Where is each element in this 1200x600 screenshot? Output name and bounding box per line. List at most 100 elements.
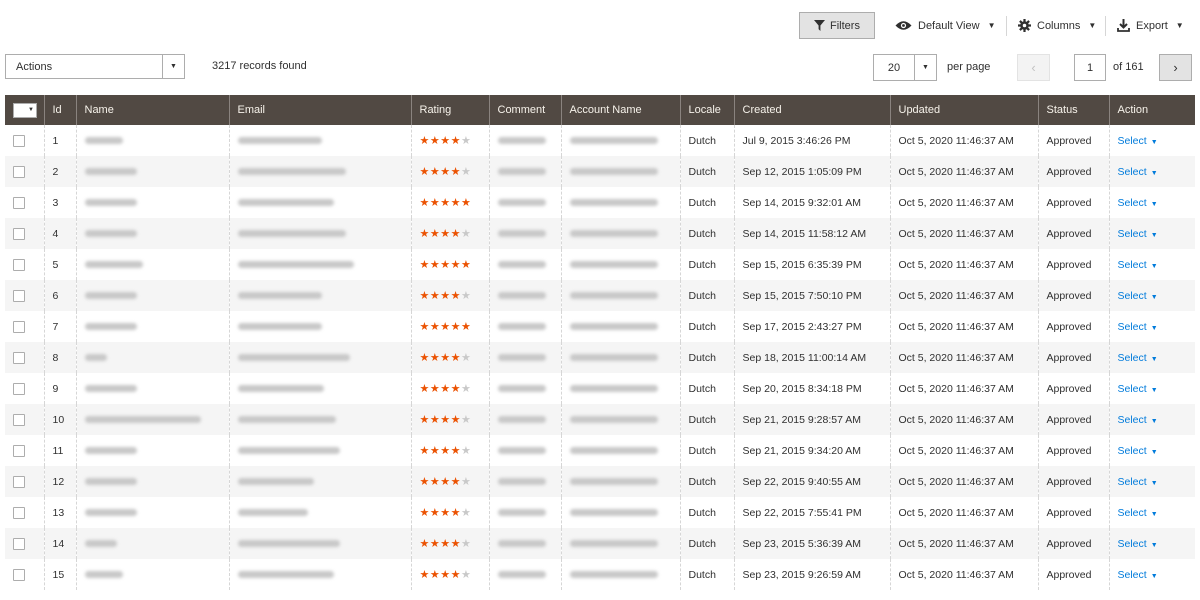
- row-checkbox[interactable]: [13, 165, 25, 178]
- row-action-select[interactable]: Select ▼: [1118, 445, 1158, 457]
- row-action-select[interactable]: Select ▼: [1118, 135, 1158, 147]
- row-action-select[interactable]: Select ▼: [1118, 228, 1158, 240]
- table-row[interactable]: 3 ★★★★★ Dutch Sep 14, 2015 9:32:01 AM Oct 5,…: [5, 187, 1195, 218]
- table-row[interactable]: 13 ★★★★★ Dutch Sep 22, 2015 7:55:41 PM Oct 5…: [5, 497, 1195, 528]
- row-action-select[interactable]: Select ▼: [1118, 290, 1158, 302]
- cell-rating: ★★★★★: [410, 125, 489, 156]
- row-checkbox[interactable]: [13, 351, 25, 364]
- row-checkbox[interactable]: [13, 413, 25, 426]
- table-row[interactable]: 10 ★★★★★ Dutch Sep 21, 2015 9:28:57 AM Oct 5…: [5, 404, 1195, 435]
- row-checkbox[interactable]: [13, 506, 25, 519]
- star-filled-icon: ★: [450, 569, 461, 581]
- column-header-email[interactable]: Email: [228, 95, 411, 125]
- row-action-select[interactable]: Select ▼: [1118, 476, 1158, 488]
- row-checkbox[interactable]: [13, 227, 25, 240]
- row-action-select[interactable]: Select ▼: [1118, 321, 1158, 333]
- row-action-select[interactable]: Select ▼: [1118, 569, 1158, 581]
- table-row[interactable]: 11 ★★★★★ Dutch Sep 21, 2015 9:34:20 AM Oct 5…: [5, 435, 1195, 466]
- redacted-comment: [497, 385, 546, 393]
- redacted-account-name: [569, 571, 658, 579]
- column-header-locale[interactable]: Locale: [679, 95, 734, 125]
- cell-account-name: [560, 497, 680, 528]
- table-row[interactable]: 5 ★★★★★ Dutch Sep 15, 2015 6:35:39 PM Oct 5,…: [5, 249, 1195, 280]
- redacted-comment: [497, 230, 546, 238]
- row-checkbox[interactable]: [13, 134, 25, 147]
- redacted-comment: [497, 137, 546, 145]
- cell-rating: ★★★★★: [410, 404, 489, 435]
- current-page-input[interactable]: 1: [1074, 54, 1106, 81]
- cell-name: [75, 435, 229, 466]
- default-view-dropdown[interactable]: Default View ▼: [895, 12, 995, 39]
- star-filled-icon: ★: [429, 383, 441, 395]
- page-size-dropdown[interactable]: 20 ▼: [873, 54, 937, 81]
- star-empty-icon: ★: [461, 476, 472, 488]
- star-filled-icon: ★: [429, 414, 441, 426]
- row-checkbox[interactable]: [13, 568, 25, 581]
- row-action-label: Select: [1117, 506, 1147, 519]
- row-checkbox[interactable]: [13, 382, 25, 395]
- row-checkbox[interactable]: [13, 258, 25, 271]
- mass-actions-dropdown[interactable]: Actions ▼: [5, 54, 185, 79]
- table-row[interactable]: 2 ★★★★★ Dutch Sep 12, 2015 1:05:09 PM Oct 5,…: [5, 156, 1195, 187]
- row-action-select[interactable]: Select ▼: [1118, 197, 1158, 209]
- row-action-select[interactable]: Select ▼: [1118, 352, 1158, 364]
- cell-created: Jul 9, 2015 3:46:26 PM: [733, 125, 890, 156]
- column-header-rating[interactable]: Rating: [410, 95, 489, 125]
- cell-comment: [488, 435, 561, 466]
- column-header-status[interactable]: Status: [1037, 95, 1109, 125]
- redacted-name: [84, 447, 137, 455]
- previous-page-button[interactable]: ‹: [1017, 54, 1050, 81]
- star-empty-icon: ★: [461, 352, 472, 364]
- filters-button[interactable]: Filters: [799, 12, 875, 39]
- table-row[interactable]: 14 ★★★★★ Dutch Sep 23, 2015 5:36:39 AM Oct 5…: [5, 528, 1195, 559]
- star-filled-icon: ★: [429, 507, 441, 519]
- star-filled-icon: ★: [440, 569, 451, 581]
- column-header-created[interactable]: Created: [733, 95, 890, 125]
- select-all-header[interactable]: ▼: [5, 95, 44, 125]
- redacted-email: [237, 292, 322, 300]
- redacted-account-name: [569, 354, 658, 362]
- row-checkbox[interactable]: [13, 320, 25, 333]
- table-row[interactable]: 9 ★★★★★ Dutch Sep 20, 2015 8:34:18 PM Oct 5,…: [5, 373, 1195, 404]
- row-select-cell: [5, 125, 44, 156]
- table-row[interactable]: 15 ★★★★★ Dutch Sep 23, 2015 9:26:59 AM Oct 5…: [5, 559, 1195, 590]
- cell-id: 14: [43, 528, 76, 559]
- cell-locale: Dutch: [679, 342, 734, 373]
- row-select-cell: [5, 435, 44, 466]
- cell-id: 10: [43, 404, 76, 435]
- star-filled-icon: ★: [419, 476, 430, 488]
- row-checkbox[interactable]: [13, 196, 25, 209]
- table-row[interactable]: 12 ★★★★★ Dutch Sep 22, 2015 9:40:55 AM Oct 5…: [5, 466, 1195, 497]
- cell-locale: Dutch: [679, 156, 734, 187]
- table-row[interactable]: 6 ★★★★★ Dutch Sep 15, 2015 7:50:10 PM Oct 5,…: [5, 280, 1195, 311]
- columns-label: Columns: [1037, 19, 1081, 32]
- row-action-select[interactable]: Select ▼: [1118, 166, 1158, 178]
- column-header-account-name[interactable]: Account Name: [560, 95, 680, 125]
- star-rating: ★★★★★: [420, 383, 472, 395]
- row-action-select[interactable]: Select ▼: [1118, 383, 1158, 395]
- row-action-select[interactable]: Select ▼: [1118, 538, 1158, 550]
- row-action-select[interactable]: Select ▼: [1118, 259, 1158, 271]
- next-page-button[interactable]: ›: [1159, 54, 1192, 81]
- table-row[interactable]: 7 ★★★★★ Dutch Sep 17, 2015 2:43:27 PM Oct 5,…: [5, 311, 1195, 342]
- table-row[interactable]: 8 ★★★★★ Dutch Sep 18, 2015 11:00:14 AM Oct 5…: [5, 342, 1195, 373]
- column-header-updated[interactable]: Updated: [889, 95, 1038, 125]
- row-checkbox[interactable]: [13, 289, 25, 302]
- star-rating: ★★★★★: [420, 445, 472, 457]
- row-checkbox[interactable]: [13, 475, 25, 488]
- row-action-select[interactable]: Select ▼: [1118, 507, 1158, 519]
- row-action-select[interactable]: Select ▼: [1118, 414, 1158, 426]
- row-checkbox[interactable]: [13, 444, 25, 457]
- row-checkbox[interactable]: [13, 537, 25, 550]
- star-rating: ★★★★★: [420, 321, 472, 333]
- column-header-comment[interactable]: Comment: [488, 95, 561, 125]
- table-row[interactable]: 1 ★★★★★ Dutch Jul 9, 2015 3:46:26 PM Oct 5, …: [5, 125, 1195, 156]
- table-row[interactable]: 4 ★★★★★ Dutch Sep 14, 2015 11:58:12 AM Oct 5…: [5, 218, 1195, 249]
- mass-select-checkbox[interactable]: ▼: [13, 102, 37, 118]
- column-header-name[interactable]: Name: [75, 95, 229, 125]
- column-header-id[interactable]: Id: [43, 95, 76, 125]
- chevron-left-icon: ‹: [1031, 60, 1036, 75]
- columns-dropdown[interactable]: Columns ▼: [1018, 12, 1096, 39]
- star-filled-icon: ★: [440, 414, 451, 426]
- export-dropdown[interactable]: Export ▼: [1117, 12, 1184, 39]
